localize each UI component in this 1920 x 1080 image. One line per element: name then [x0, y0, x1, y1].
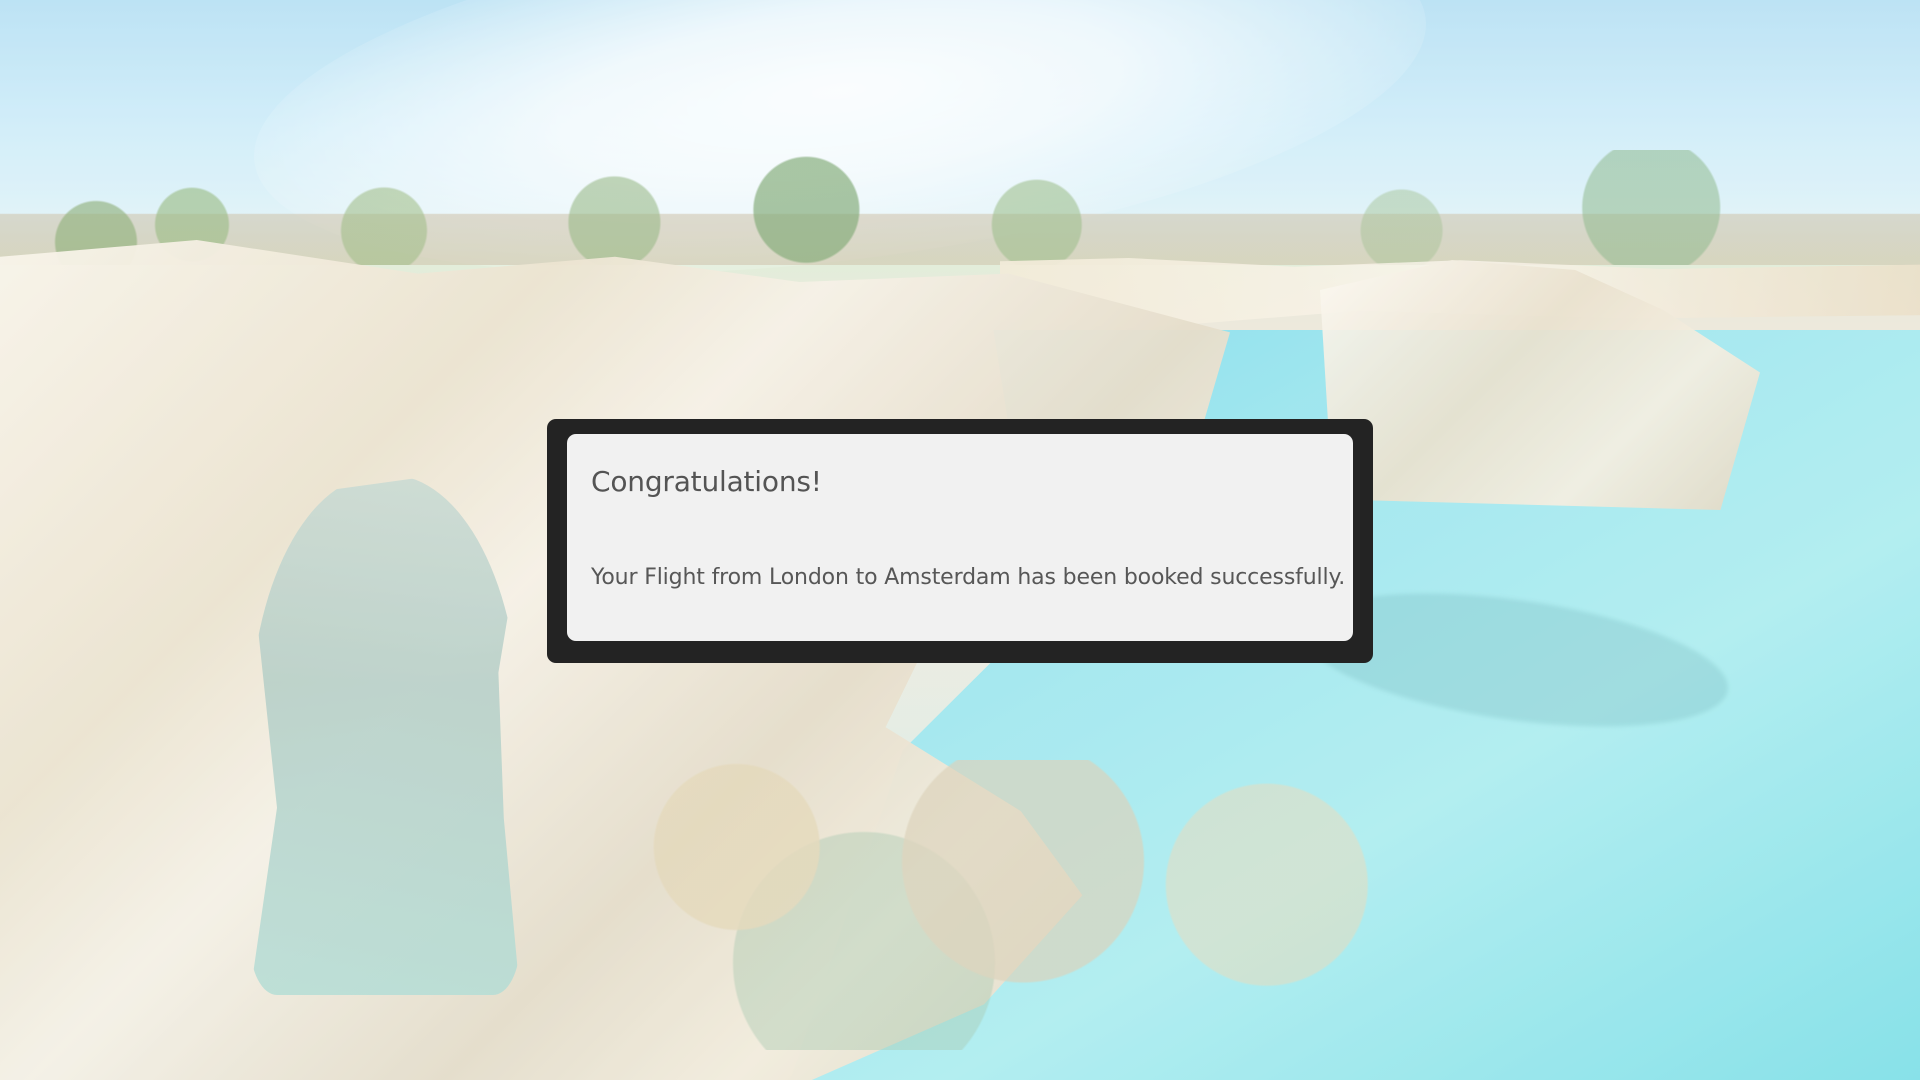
booking-confirmation-message: Your Flight from London to Amsterdam has… [591, 565, 1346, 590]
modal-title: Congratulations! [591, 465, 822, 498]
modal-content: Congratulations! Your Flight from London… [567, 434, 1353, 641]
booking-success-modal: Congratulations! Your Flight from London… [547, 419, 1373, 663]
